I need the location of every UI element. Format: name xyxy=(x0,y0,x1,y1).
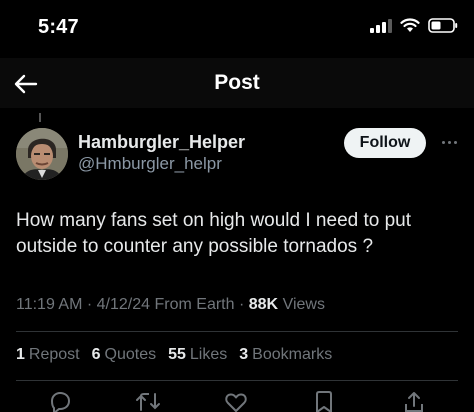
post-time: 11:19 AM xyxy=(16,296,83,313)
status-icons xyxy=(370,18,458,33)
likes-stat[interactable]: 55 Likes xyxy=(168,346,227,364)
status-time: 5:47 xyxy=(38,16,79,38)
quotes-label: Quotes xyxy=(104,346,157,363)
likes-count: 55 xyxy=(168,346,186,363)
author-handle[interactable]: @Hmburgler_helpr xyxy=(78,154,222,174)
post-views-count: 88K xyxy=(248,296,279,313)
share-button[interactable] xyxy=(401,390,427,412)
reposts-label: Repost xyxy=(28,346,80,363)
quotes-stat[interactable]: 6 Quotes xyxy=(92,346,157,364)
post-date: 4/12/24 xyxy=(96,296,151,313)
bookmark-button[interactable] xyxy=(311,390,337,412)
reposts-count: 1 xyxy=(16,346,25,363)
bookmarks-label: Bookmarks xyxy=(252,346,333,363)
reposts-stat[interactable]: 1 Repost xyxy=(16,346,80,364)
engagement-stats: 1 Repost 6 Quotes 55 Likes 3 Bookmarks xyxy=(16,346,332,364)
wifi-icon xyxy=(400,18,420,32)
bookmark-icon xyxy=(316,391,332,412)
battery-icon xyxy=(428,18,458,33)
share-icon xyxy=(405,392,423,412)
thread-connector xyxy=(39,113,41,122)
likes-label: Likes xyxy=(189,346,228,363)
author-display-name[interactable]: Hamburgler_Helper xyxy=(78,132,245,153)
repost-button[interactable] xyxy=(135,390,161,412)
nav-bar: Post xyxy=(0,58,474,108)
more-options-icon[interactable] xyxy=(437,133,461,151)
meta-separator: · xyxy=(86,296,97,313)
post-meta: 11:19 AM · 4/12/24 From Earth · 88K View… xyxy=(16,296,325,314)
cellular-signal-icon xyxy=(370,18,392,33)
avatar[interactable] xyxy=(16,128,68,180)
bookmarks-count: 3 xyxy=(239,346,249,363)
post-source: From Earth xyxy=(154,296,235,313)
reply-icon xyxy=(50,391,71,412)
meta-separator: · xyxy=(238,296,249,313)
avatar-image xyxy=(16,128,68,180)
action-bar xyxy=(0,388,474,412)
reply-button[interactable] xyxy=(47,390,73,412)
page-title: Post xyxy=(214,71,260,94)
repost-icon xyxy=(136,393,160,411)
divider xyxy=(16,331,458,332)
status-bar: 5:47 xyxy=(0,0,474,58)
post-views-label[interactable]: Views xyxy=(283,296,325,313)
quotes-count: 6 xyxy=(91,346,101,363)
bookmarks-stat[interactable]: 3 Bookmarks xyxy=(239,346,332,364)
heart-icon xyxy=(225,393,247,412)
like-button[interactable] xyxy=(223,390,249,412)
follow-button[interactable]: Follow xyxy=(344,128,426,158)
divider xyxy=(16,380,458,381)
post-text: How many fans set on high would I need t… xyxy=(16,210,412,257)
